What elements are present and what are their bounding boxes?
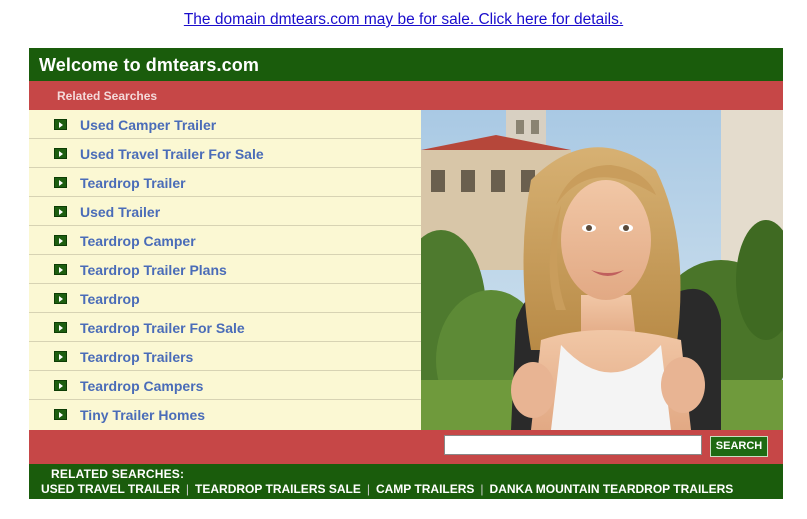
list-item[interactable]: Teardrop Trailer xyxy=(29,168,421,197)
main-frame: Welcome to dmtears.com Related Searches … xyxy=(29,48,783,499)
list-item[interactable]: Teardrop Camper xyxy=(29,226,421,255)
list-item-label[interactable]: Teardrop Camper xyxy=(80,233,196,249)
footer-related-label: RELATED SEARCHES: xyxy=(51,467,185,481)
header-bar: Welcome to dmtears.com xyxy=(29,48,783,81)
list-item[interactable]: Teardrop Trailer Plans xyxy=(29,255,421,284)
footer-link[interactable]: DANKA MOUNTAIN TEARDROP TRAILERS xyxy=(490,482,734,496)
footer-link[interactable]: USED TRAVEL TRAILER xyxy=(41,482,180,496)
arrow-right-icon xyxy=(54,148,67,159)
footer-link[interactable]: TEARDROP TRAILERS SALE xyxy=(195,482,361,496)
list-item-label[interactable]: Used Trailer xyxy=(80,204,160,220)
arrow-right-icon xyxy=(54,206,67,217)
list-item-label[interactable]: Teardrop Trailers xyxy=(80,349,193,365)
related-searches-list: Used Camper Trailer Used Travel Trailer … xyxy=(29,110,421,430)
list-item-label[interactable]: Teardrop Trailer For Sale xyxy=(80,320,245,336)
list-item[interactable]: Teardrop Trailers xyxy=(29,342,421,371)
search-input[interactable] xyxy=(444,435,702,455)
arrow-right-icon xyxy=(54,409,67,420)
domain-sale-link[interactable]: The domain dmtears.com may be for sale. … xyxy=(184,11,623,28)
list-item-label[interactable]: Teardrop Trailer xyxy=(80,175,186,191)
list-item-label[interactable]: Teardrop xyxy=(80,291,140,307)
list-item[interactable]: Used Trailer xyxy=(29,197,421,226)
footer-link[interactable]: CAMP TRAILERS xyxy=(376,482,474,496)
footer-links: USED TRAVEL TRAILER | TEARDROP TRAILERS SA… xyxy=(41,482,733,496)
top-banner: The domain dmtears.com may be for sale. … xyxy=(0,11,807,29)
arrow-right-icon xyxy=(54,177,67,188)
arrow-right-icon xyxy=(54,293,67,304)
related-searches-label: Related Searches xyxy=(57,89,158,103)
list-item-label[interactable]: Tiny Trailer Homes xyxy=(80,407,205,423)
arrow-right-icon xyxy=(54,351,67,362)
divider: | xyxy=(480,482,484,496)
list-item[interactable]: Tiny Trailer Homes xyxy=(29,400,421,429)
list-item-label[interactable]: Teardrop Campers xyxy=(80,378,203,394)
footer-bar: RELATED SEARCHES: USED TRAVEL TRAILER | TE… xyxy=(29,464,783,499)
list-item-label[interactable]: Used Travel Trailer For Sale xyxy=(80,146,264,162)
arrow-right-icon xyxy=(54,380,67,391)
divider: | xyxy=(185,482,190,496)
list-item[interactable]: Teardrop xyxy=(29,284,421,313)
search-button[interactable]: SEARCH xyxy=(710,436,768,457)
related-searches-bar: Related Searches xyxy=(29,81,783,110)
list-item[interactable]: Used Camper Trailer xyxy=(29,110,421,139)
list-item[interactable]: Teardrop Trailer For Sale xyxy=(29,313,421,342)
divider: | xyxy=(366,482,370,496)
arrow-right-icon xyxy=(54,119,67,130)
list-item-label[interactable]: Used Camper Trailer xyxy=(80,117,216,133)
list-item[interactable]: Teardrop Campers xyxy=(29,371,421,400)
arrow-right-icon xyxy=(54,322,67,333)
search-bar: SEARCH xyxy=(29,430,783,464)
page-title: Welcome to dmtears.com xyxy=(39,55,259,75)
arrow-right-icon xyxy=(54,235,67,246)
list-item-label[interactable]: Teardrop Trailer Plans xyxy=(80,262,227,278)
arrow-right-icon xyxy=(54,264,67,275)
list-item[interactable]: Used Travel Trailer For Sale xyxy=(29,139,421,168)
hero-photo xyxy=(421,110,783,430)
